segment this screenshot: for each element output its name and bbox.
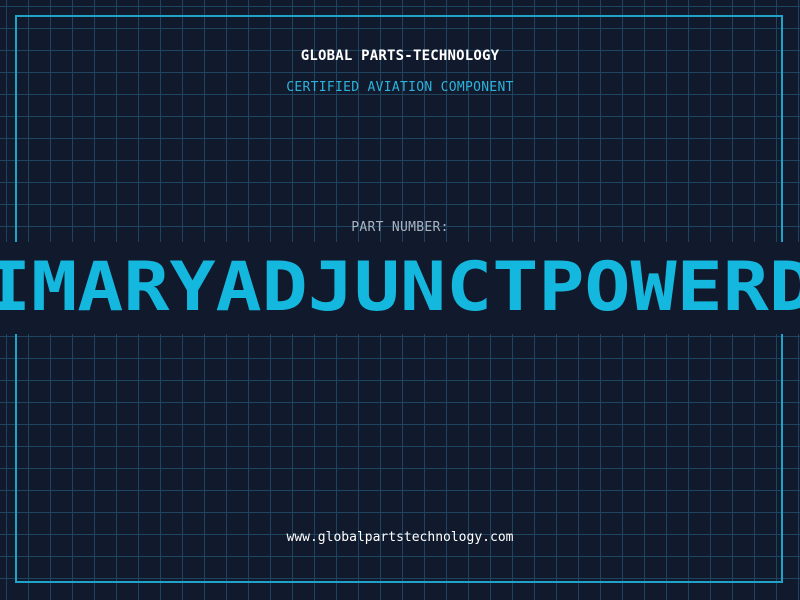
company-name: GLOBAL PARTS-TECHNOLOGY <box>300 48 500 64</box>
label-card: GLOBAL PARTS-TECHNOLOGY CERTIFIED AVIATI… <box>0 0 800 600</box>
website-link[interactable]: www.globalpartstechnology.com <box>0 530 800 545</box>
certification-subtitle: CERTIFIED AVIATION COMPONENT <box>286 80 514 95</box>
part-number-band: IMARYADJUNCTPOWERD <box>0 242 800 334</box>
part-number-label: PART NUMBER: <box>351 220 449 235</box>
part-number-value: IMARYADJUNCTPOWERD <box>0 248 800 327</box>
